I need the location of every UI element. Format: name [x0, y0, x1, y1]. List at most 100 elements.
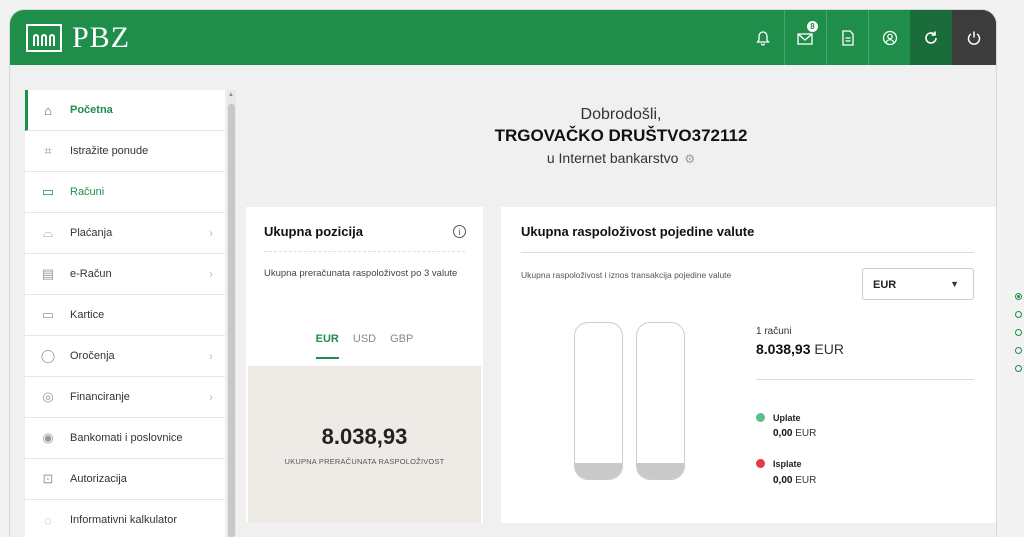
- scrollbar-thumb[interactable]: [228, 104, 235, 537]
- payment-icon: ⌓: [42, 225, 54, 240]
- chevron-right-icon: ›: [209, 390, 213, 404]
- sidebar-item[interactable]: ▭ Računi: [25, 172, 225, 213]
- total-value-label: UKUPNA PRERAČUNATA RASPOLOŽIVOST: [284, 457, 445, 466]
- sidebar-scrollbar[interactable]: ▲: [227, 90, 236, 537]
- sidebar-item-label: Početna: [70, 104, 113, 116]
- power-icon[interactable]: [952, 10, 996, 65]
- divider: [264, 251, 465, 252]
- mail-badge: 8: [807, 21, 818, 32]
- refresh-icon[interactable]: [910, 10, 952, 65]
- carousel-dots: [1015, 293, 1024, 383]
- chevron-right-icon: ›: [209, 267, 213, 281]
- location-icon: ◉: [42, 430, 54, 445]
- tab-gbp[interactable]: GBP: [390, 333, 413, 359]
- withdrawals-value: 0,00 EUR: [773, 475, 816, 486]
- legend-deposits: Uplate: [756, 413, 801, 423]
- currency-select-value: EUR: [873, 279, 897, 291]
- currency-tabs: EUR USD GBP: [246, 333, 483, 359]
- red-dot-icon: [756, 459, 765, 468]
- deposits-bar-fill: [575, 463, 622, 479]
- sidebar-nav: ⌂ Početna ⌗ Istražite ponude ▭ Računi ⌓ Plaćanj…: [25, 90, 225, 537]
- sidebar-item[interactable]: ◌ Informativni kalkulator: [25, 500, 225, 537]
- total-position-title: Ukupna pozicija: [264, 224, 363, 239]
- divider: [521, 252, 974, 253]
- sidebar-item[interactable]: ⊡ Autorizacija: [25, 459, 225, 500]
- bell-icon[interactable]: [742, 10, 784, 65]
- total-value-panel: 8.038,93 UKUPNA PRERAČUNATA RASPOLOŽIVOS…: [248, 366, 481, 523]
- withdrawals-currency: EUR: [795, 475, 817, 486]
- sidebar-item[interactable]: ◉ Bankomati i poslovnice: [25, 418, 225, 459]
- total-position-description: Ukupna preračunata raspoloživost po 3 va…: [264, 268, 458, 279]
- sidebar-item[interactable]: ◎ Financiranje ›: [25, 377, 225, 418]
- sidebar-item-label: Oročenja: [70, 350, 115, 362]
- carousel-dot[interactable]: [1015, 365, 1022, 372]
- carousel-dot[interactable]: [1015, 311, 1022, 318]
- currency-amount-unit: EUR: [814, 341, 844, 357]
- gear-icon[interactable]: ⚙: [684, 152, 695, 166]
- chevron-right-icon: ›: [209, 226, 213, 240]
- tab-usd[interactable]: USD: [353, 333, 376, 359]
- logo-text: PBZ: [72, 20, 131, 54]
- legend-withdrawals-label: Isplate: [773, 459, 802, 469]
- document-icon[interactable]: [826, 10, 868, 65]
- sidebar-item-label: Računi: [70, 186, 105, 198]
- carousel-dot[interactable]: [1015, 293, 1022, 300]
- company-name: TRGOVAČKO DRUŠTVO372112: [494, 126, 748, 145]
- sidebar-item-label: Financiranje: [70, 391, 130, 403]
- finance-icon: ◎: [42, 389, 54, 404]
- mail-icon[interactable]: 8: [784, 10, 826, 65]
- total-value: 8.038,93: [321, 424, 408, 449]
- top-actions: 8: [742, 10, 996, 65]
- pbz-logo[interactable]: PBZ: [26, 21, 130, 55]
- deposits-bar: [574, 322, 623, 480]
- sidebar-item[interactable]: ▤ e-Račun ›: [25, 254, 225, 295]
- chevron-right-icon: ›: [209, 349, 213, 363]
- currency-amount-value: 8.038,93: [756, 341, 811, 357]
- withdrawals-amount: 0,00: [773, 475, 793, 486]
- currency-availability-description: Ukupna raspoloživost i iznos transakcija…: [521, 270, 732, 280]
- welcome-greeting: Dobrodošli,: [580, 106, 662, 123]
- deposits-value: 0,00 EUR: [773, 428, 816, 439]
- currency-availability-title: Ukupna raspoloživost pojedine valute: [521, 224, 755, 239]
- tag-icon: ⌗: [44, 143, 52, 158]
- sidebar-item[interactable]: ⌗ Istražite ponude: [25, 131, 225, 172]
- calculator-icon: ◌: [44, 512, 52, 528]
- sidebar-item-label: Informativni kalkulator: [70, 514, 177, 526]
- sidebar-item-label: Kartice: [70, 309, 105, 321]
- currency-select[interactable]: EUR ▼: [862, 268, 974, 300]
- withdrawals-bar: [636, 322, 685, 480]
- welcome-banner: Dobrodošli, TRGOVAČKO DRUŠTVO372112 u In…: [246, 106, 996, 166]
- sidebar-item[interactable]: ⌂ Početna: [25, 90, 225, 131]
- sidebar-item-label: Autorizacija: [70, 473, 127, 485]
- currency-availability-card: Ukupna raspoloživost pojedine valute Uku…: [501, 207, 996, 523]
- welcome-subtitle-row: u Internet bankarstvo ⚙: [246, 150, 996, 166]
- ebill-icon: ▤: [41, 266, 55, 281]
- total-position-card: Ukupna pozicija i Ukupna preračunata ras…: [246, 207, 483, 523]
- user-icon[interactable]: [868, 10, 910, 65]
- divider: [756, 379, 974, 380]
- legend-withdrawals: Isplate: [756, 459, 802, 469]
- app-window: PBZ 8 ⌂ Početna ⌗ Istražite ponude ▭ Rač…: [10, 10, 996, 537]
- card-icon: ▭: [41, 307, 55, 322]
- top-bar: PBZ 8: [10, 10, 996, 65]
- tab-eur[interactable]: EUR: [315, 333, 340, 359]
- wallet-icon: ▭: [41, 184, 55, 199]
- logo-mark-icon: [26, 23, 62, 52]
- green-dot-icon: [756, 413, 765, 422]
- info-icon[interactable]: i: [453, 225, 466, 238]
- caret-down-icon: ▼: [950, 279, 959, 289]
- accounts-count: 1 računi: [756, 326, 792, 337]
- withdrawals-bar-fill: [637, 463, 684, 479]
- sidebar-item-label: e-Račun: [70, 268, 112, 280]
- sidebar-item[interactable]: ▭ Kartice: [25, 295, 225, 336]
- sidebar-item[interactable]: ◯ Oročenja ›: [25, 336, 225, 377]
- carousel-dot[interactable]: [1015, 347, 1022, 354]
- sidebar-item-label: Plaćanja: [70, 227, 113, 239]
- lock-icon: ⊡: [42, 471, 54, 486]
- sidebar-item[interactable]: ⌓ Plaćanja ›: [25, 213, 225, 254]
- currency-amount: 8.038,93 EUR: [756, 341, 844, 357]
- carousel-dot[interactable]: [1015, 329, 1022, 336]
- deposits-amount: 0,00: [773, 428, 793, 439]
- scroll-up-icon[interactable]: ▲: [228, 92, 234, 98]
- sidebar-item-label: Bankomati i poslovnice: [70, 432, 183, 444]
